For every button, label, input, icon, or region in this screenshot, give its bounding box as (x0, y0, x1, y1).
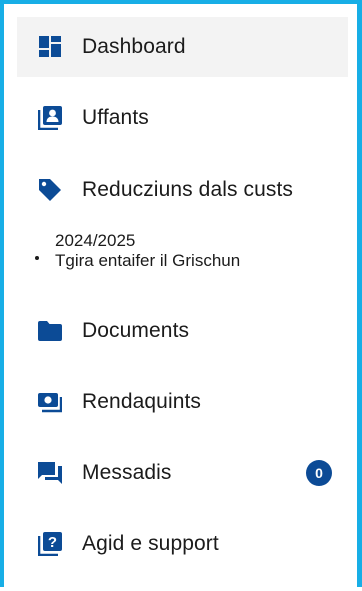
year-group-item[interactable]: 2024/2025 Tgira entaifer il Grischun (17, 231, 348, 291)
nav-item-messadis[interactable]: Messadis 0 (17, 443, 348, 503)
nav-item-documents[interactable]: Documents (17, 301, 348, 361)
payments-icon (38, 390, 62, 414)
nav-label-reducziuns: Reducziuns dals custs (82, 178, 294, 201)
children-contact-icon (38, 106, 62, 130)
nav-item-reducziuns[interactable]: Reducziuns dals custs (17, 160, 348, 220)
sidebar-nav: Dashboard Uffants Reducziuns dals custs … (17, 17, 348, 591)
messages-icon (38, 461, 62, 485)
folder-icon (38, 319, 62, 343)
dashboard-icon (38, 35, 62, 59)
nav-label-rendaquints: Rendaquints (82, 390, 202, 413)
unread-count-badge: 0 (306, 460, 332, 486)
nav-item-uffants[interactable]: Uffants (17, 88, 348, 148)
nav-label-agid-support: Agid e support (82, 532, 219, 555)
svg-text:?: ? (48, 534, 57, 551)
help-icon: ? (38, 532, 62, 556)
year-subtitle: Tgira entaifer il Grischun (55, 251, 241, 270)
nav-label-messadis: Messadis (82, 461, 172, 484)
nav-label-dashboard: Dashboard (82, 35, 186, 58)
year-label: 2024/2025 (55, 231, 136, 250)
nav-item-dashboard[interactable]: Dashboard (17, 17, 348, 77)
nav-item-rendaquints[interactable]: Rendaquints (17, 372, 348, 432)
nav-label-documents: Documents (82, 319, 190, 342)
bullet-icon (35, 256, 39, 260)
sidebar-frame: Dashboard Uffants Reducziuns dals custs … (0, 0, 362, 591)
year-group-text: 2024/2025 Tgira entaifer il Grischun (55, 231, 240, 271)
price-tag-icon (38, 178, 62, 202)
nav-label-uffants: Uffants (82, 106, 149, 129)
nav-item-agid-support[interactable]: ? Agid e support (17, 514, 348, 574)
